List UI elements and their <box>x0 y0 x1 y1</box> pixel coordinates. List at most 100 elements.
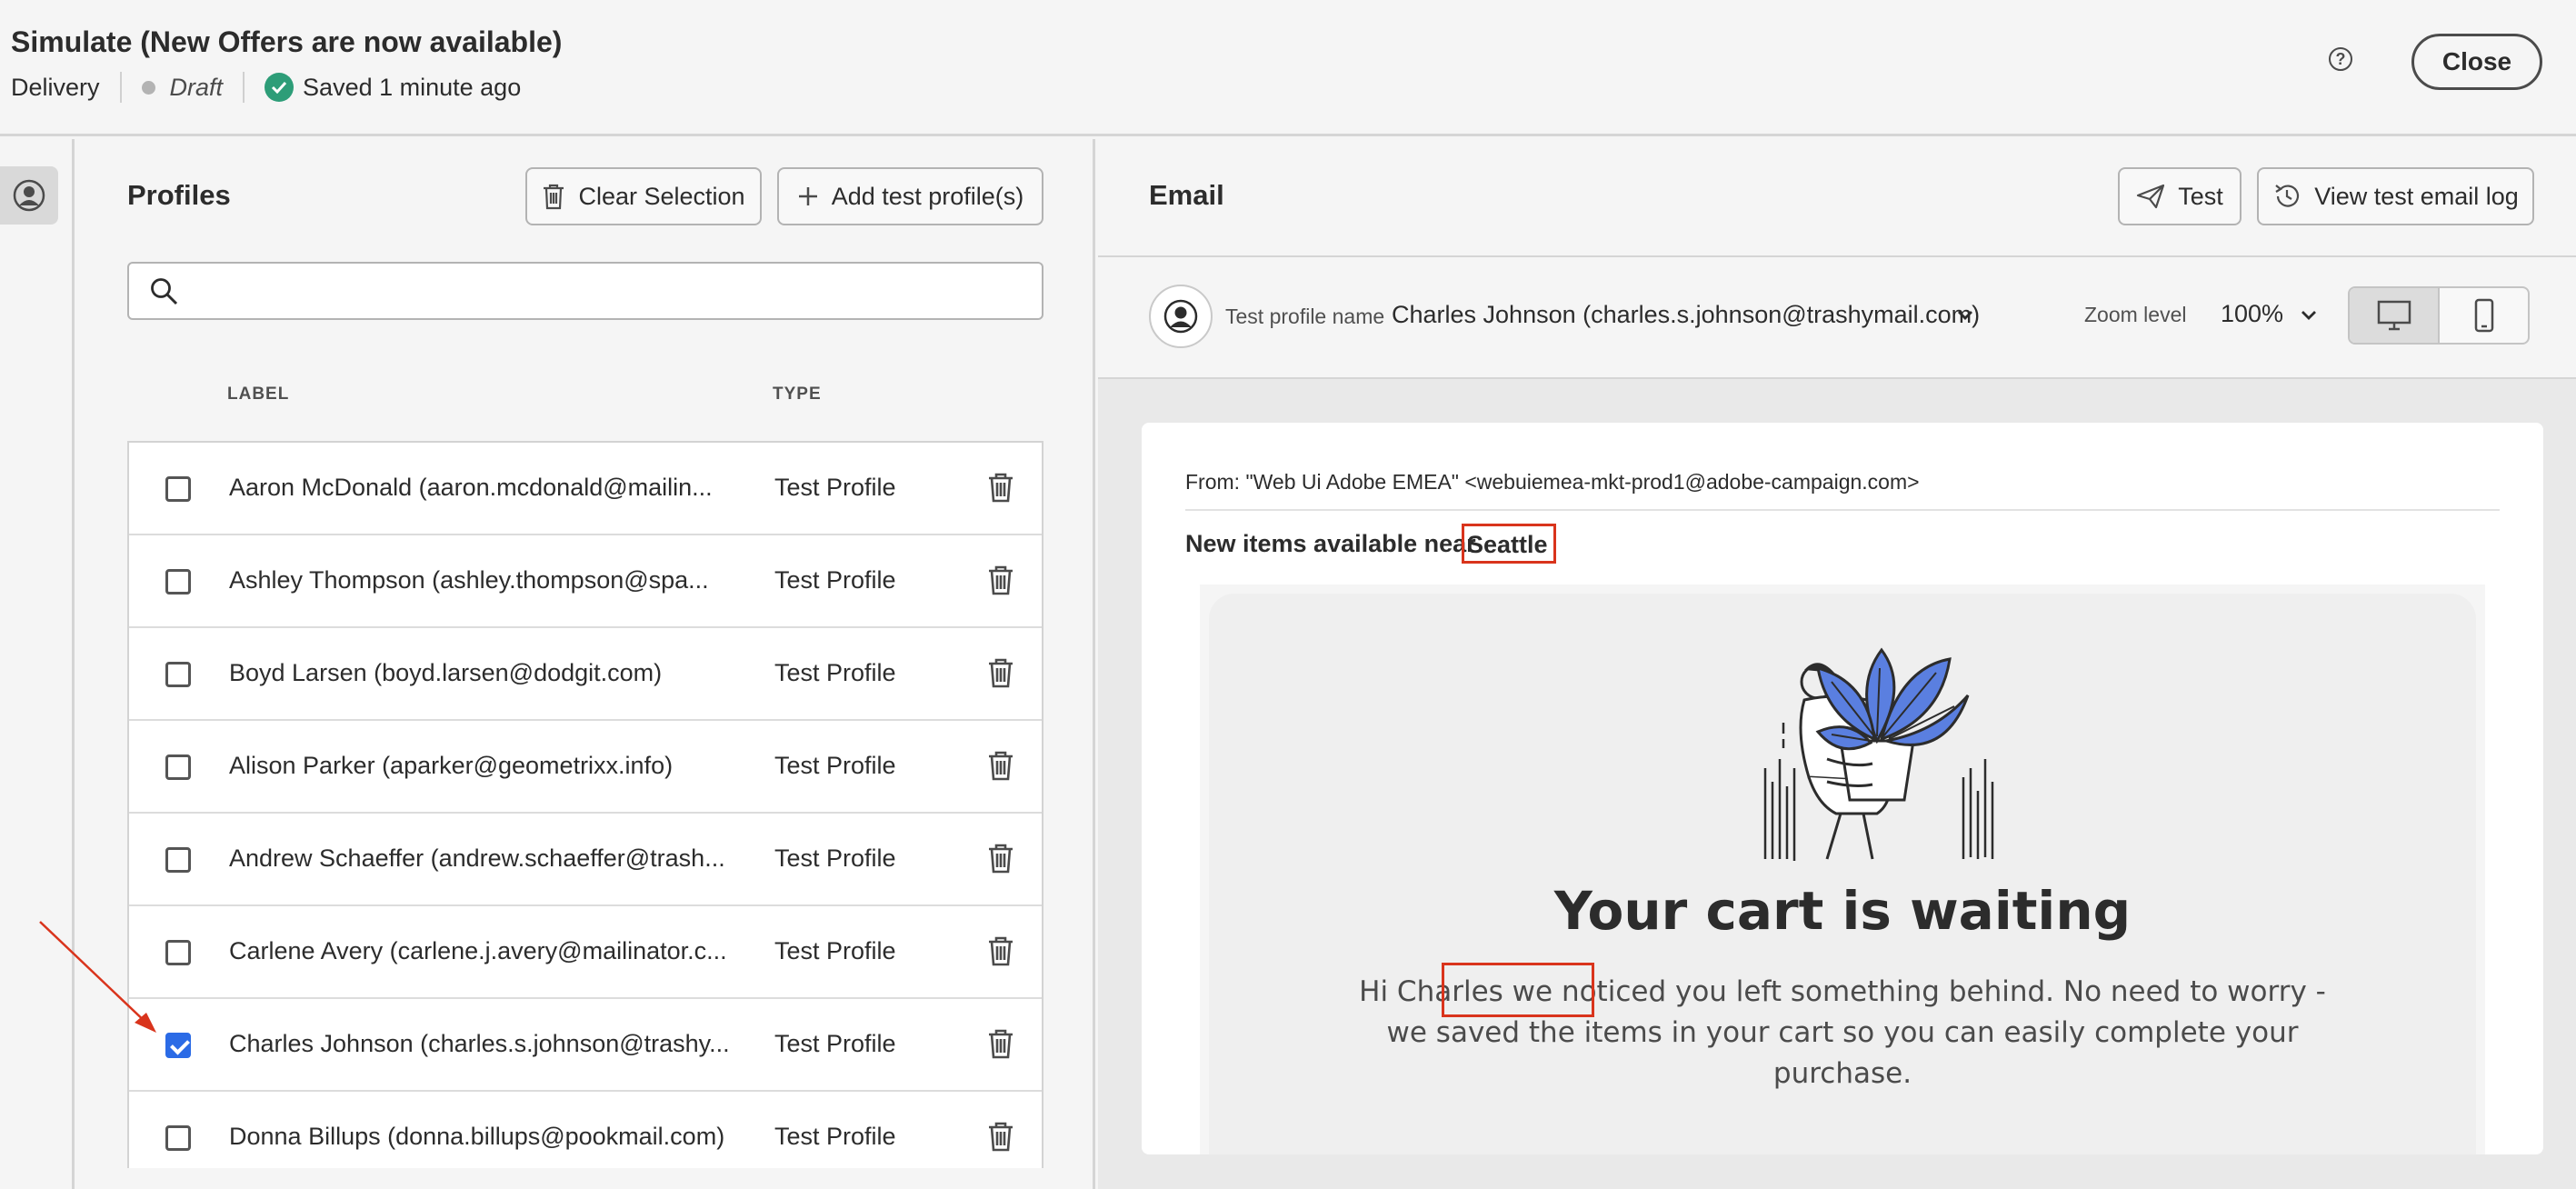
profiles-panel: Profiles Clear Selection Add test profil… <box>77 139 1095 1189</box>
delivery-type: Delivery <box>11 73 100 101</box>
chevron-down-icon[interactable] <box>2298 305 2320 326</box>
greeting-highlight <box>1442 963 1594 1017</box>
divider <box>243 72 245 103</box>
table-row[interactable]: Andrew Schaeffer (andrew.schaeffer@trash… <box>129 814 1042 906</box>
trash-icon <box>544 184 564 210</box>
test-label: Test <box>2178 182 2223 210</box>
row-label: Alison Parker (aparker@geometrixx.info) <box>229 752 674 779</box>
zoom-level-label: Zoom level <box>2084 303 2187 326</box>
row-label: Boyd Larsen (boyd.larsen@dodgit.com) <box>229 659 663 686</box>
table-row[interactable]: Alison Parker (aparker@geometrixx.info) T… <box>129 721 1042 814</box>
email-title: Email <box>1149 179 1224 211</box>
page-title: Simulate (New Offers are now available) <box>11 25 563 58</box>
device-toggle <box>2348 286 2530 345</box>
check-circle-icon <box>265 73 295 102</box>
test-button[interactable]: Test <box>2118 167 2242 225</box>
table-row[interactable]: Carlene Avery (carlene.j.avery@mailinato… <box>129 906 1042 999</box>
table-row[interactable]: Charles Johnson (charles.s.johnson@trash… <box>129 999 1042 1092</box>
divider <box>119 72 122 103</box>
trash-icon[interactable] <box>987 935 1014 966</box>
row-label: Andrew Schaeffer (andrew.schaeffer@trash… <box>229 844 725 872</box>
search-icon <box>151 278 178 305</box>
row-label: Ashley Thompson (ashley.thompson@spa... <box>229 566 709 594</box>
row-type: Test Profile <box>774 1123 896 1150</box>
send-icon <box>2137 184 2165 209</box>
add-test-profile-label: Add test profile(s) <box>831 182 1024 210</box>
status-dot-icon <box>141 80 155 95</box>
close-button[interactable]: Close <box>2411 34 2542 90</box>
header: Simulate (New Offers are now available) … <box>0 0 2576 136</box>
history-icon <box>2275 185 2300 207</box>
row-type: Test Profile <box>774 474 896 501</box>
clear-selection-button[interactable]: Clear Selection <box>525 167 762 225</box>
email-body-line: Hi Charles we noticed you left something… <box>1359 975 2326 1008</box>
email-toolbar: Email Test View test email log <box>1098 139 2576 257</box>
clear-selection-label: Clear Selection <box>578 182 745 210</box>
column-header-label[interactable]: LABEL <box>227 385 289 405</box>
test-profile-select[interactable]: Charles Johnson (charles.s.johnson@trash… <box>1392 301 1980 329</box>
row-type: Test Profile <box>774 752 896 779</box>
column-header-type[interactable]: TYPE <box>773 385 822 405</box>
row-checkbox[interactable] <box>165 476 191 502</box>
user-icon <box>13 179 45 212</box>
row-label: Donna Billups (donna.billups@pookmail.co… <box>229 1123 725 1150</box>
row-type: Test Profile <box>774 937 896 964</box>
profiles-rail-button[interactable] <box>0 166 58 225</box>
row-type: Test Profile <box>774 844 896 872</box>
email-body-line: we saved the items in your cart so you c… <box>1386 1016 2299 1049</box>
search-input[interactable] <box>127 262 1043 320</box>
trash-icon[interactable] <box>987 1121 1014 1152</box>
row-checkbox[interactable] <box>165 662 191 687</box>
personalized-city: Seattle <box>1462 524 1556 564</box>
table-row[interactable]: Ashley Thompson (ashley.thompson@spa... T… <box>129 535 1042 628</box>
status-badge: Draft <box>169 73 224 101</box>
email-card: Your cart is waiting Hi Charles we notic… <box>1209 594 2476 1154</box>
desktop-icon <box>2377 300 2411 331</box>
table-row[interactable]: Donna Billups (donna.billups@pookmail.co… <box>129 1092 1042 1168</box>
desktop-view-button[interactable] <box>2350 288 2440 343</box>
email-panel: Email Test View test email log Test prof… <box>1098 139 2576 1189</box>
trash-icon[interactable] <box>987 1028 1014 1059</box>
mobile-icon <box>2474 298 2493 333</box>
row-label: Charles Johnson (charles.s.johnson@trash… <box>229 1030 730 1057</box>
email-body-line: purchase. <box>1772 1057 1912 1090</box>
row-label: Aaron McDonald (aaron.mcdonald@mailin... <box>229 474 713 501</box>
trash-icon[interactable] <box>987 843 1014 874</box>
test-profile-label: Test profile name <box>1225 305 1385 328</box>
plus-icon <box>798 187 817 205</box>
saved-status: Saved 1 minute ago <box>303 73 522 101</box>
row-type: Test Profile <box>774 1030 896 1057</box>
table-row[interactable]: Boyd Larsen (boyd.larsen@dodgit.com) Test… <box>129 628 1042 721</box>
mobile-view-button[interactable] <box>2440 288 2528 343</box>
profiles-table: Aaron McDonald (aaron.mcdonald@mailin...… <box>127 441 1043 1168</box>
trash-icon[interactable] <box>987 565 1014 595</box>
row-type: Test Profile <box>774 566 896 594</box>
table-row[interactable]: Aaron McDonald (aaron.mcdonald@mailin...… <box>129 443 1042 535</box>
help-icon[interactable]: ? <box>2329 47 2352 71</box>
row-checkbox[interactable] <box>165 569 191 594</box>
add-test-profile-button[interactable]: Add test profile(s) <box>777 167 1043 225</box>
preview-settings-bar: Test profile name Charles Johnson (charl… <box>1098 257 2576 379</box>
row-checkbox[interactable] <box>165 847 191 873</box>
trash-icon[interactable] <box>987 472 1014 503</box>
header-meta: Delivery Draft Saved 1 minute ago <box>11 69 521 105</box>
profiles-title: Profiles <box>127 179 231 211</box>
zoom-level-select[interactable]: 100% <box>2221 300 2283 328</box>
email-body-text: Hi Charles we noticed you left something… <box>1209 972 2476 1094</box>
email-from: From: "Web Ui Adobe EMEA" <webuiemea-mkt… <box>1185 470 1920 494</box>
row-checkbox[interactable] <box>165 1125 191 1151</box>
chevron-down-icon[interactable] <box>1954 305 1976 326</box>
email-subject: New items available near <box>1185 530 1476 557</box>
trash-icon[interactable] <box>987 750 1014 781</box>
row-checkbox[interactable] <box>165 754 191 780</box>
plant-illustration <box>1763 647 1994 861</box>
row-type: Test Profile <box>774 659 896 686</box>
annotation-arrow-icon <box>39 921 156 1033</box>
view-test-email-log-label: View test email log <box>2314 182 2519 210</box>
divider <box>1185 509 2500 511</box>
trash-icon[interactable] <box>987 657 1014 688</box>
view-test-email-log-button[interactable]: View test email log <box>2257 167 2534 225</box>
email-preview: From: "Web Ui Adobe EMEA" <webuiemea-mkt… <box>1142 423 2543 1154</box>
user-icon <box>1163 299 1198 334</box>
row-label: Carlene Avery (carlene.j.avery@mailinato… <box>229 937 727 964</box>
